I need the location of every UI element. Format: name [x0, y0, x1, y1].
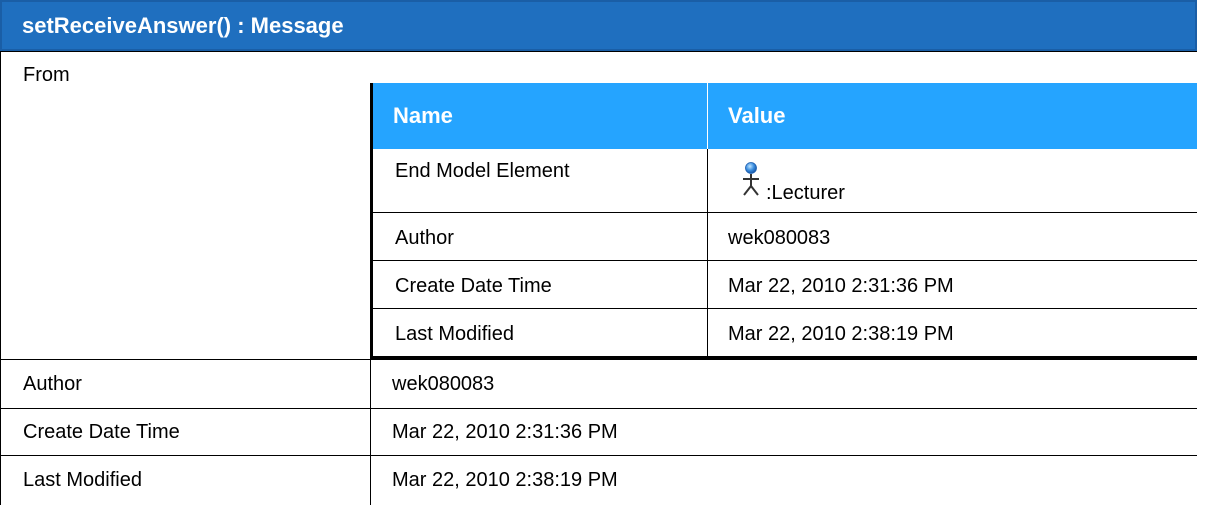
nested-column-divider — [707, 149, 708, 356]
nested-header-name: Name — [393, 103, 453, 128]
row-value-last-modified: Mar 22, 2010 2:38:19 PM — [392, 469, 618, 491]
column-divider — [370, 359, 371, 505]
nested-row-divider — [373, 308, 1197, 309]
actor-icon — [743, 162, 759, 196]
nested-bottom-border — [370, 356, 1197, 359]
table-title-text: setReceiveAnswer() : Message — [22, 12, 344, 38]
row-label-author: Author — [23, 373, 82, 395]
nested-row-divider — [373, 212, 1197, 213]
nested-value-end-model-element: :Lecturer — [766, 182, 845, 204]
nested-header-divider — [707, 83, 708, 149]
row-label-last-modified: Last Modified — [23, 469, 142, 491]
row-divider — [0, 359, 1197, 360]
table-title: setReceiveAnswer() : Message — [0, 0, 1197, 51]
nested-name-end-model-element: End Model Element — [395, 160, 570, 182]
nested-left-border — [370, 83, 373, 359]
nested-name-create-date: Create Date Time — [395, 275, 552, 297]
nested-name-last-modified: Last Modified — [395, 323, 514, 345]
nested-value-create-date: Mar 22, 2010 2:31:36 PM — [728, 275, 954, 297]
nested-name-author: Author — [395, 227, 454, 249]
properties-table: setReceiveAnswer() : Message From Author… — [0, 0, 1209, 505]
row-value-author: wek080083 — [392, 373, 495, 395]
row-label-create-date: Create Date Time — [23, 421, 180, 443]
row-divider — [0, 51, 1197, 52]
table-left-border — [0, 51, 1, 505]
row-divider — [0, 455, 1197, 456]
nested-header-value: Value — [728, 103, 786, 128]
row-value-create-date: Mar 22, 2010 2:31:36 PM — [392, 421, 618, 443]
row-label-from: From — [23, 64, 70, 86]
nested-value-author: wek080083 — [728, 227, 831, 249]
nested-value-last-modified: Mar 22, 2010 2:38:19 PM — [728, 323, 954, 345]
nested-row-divider — [373, 260, 1197, 261]
row-divider — [0, 408, 1197, 409]
